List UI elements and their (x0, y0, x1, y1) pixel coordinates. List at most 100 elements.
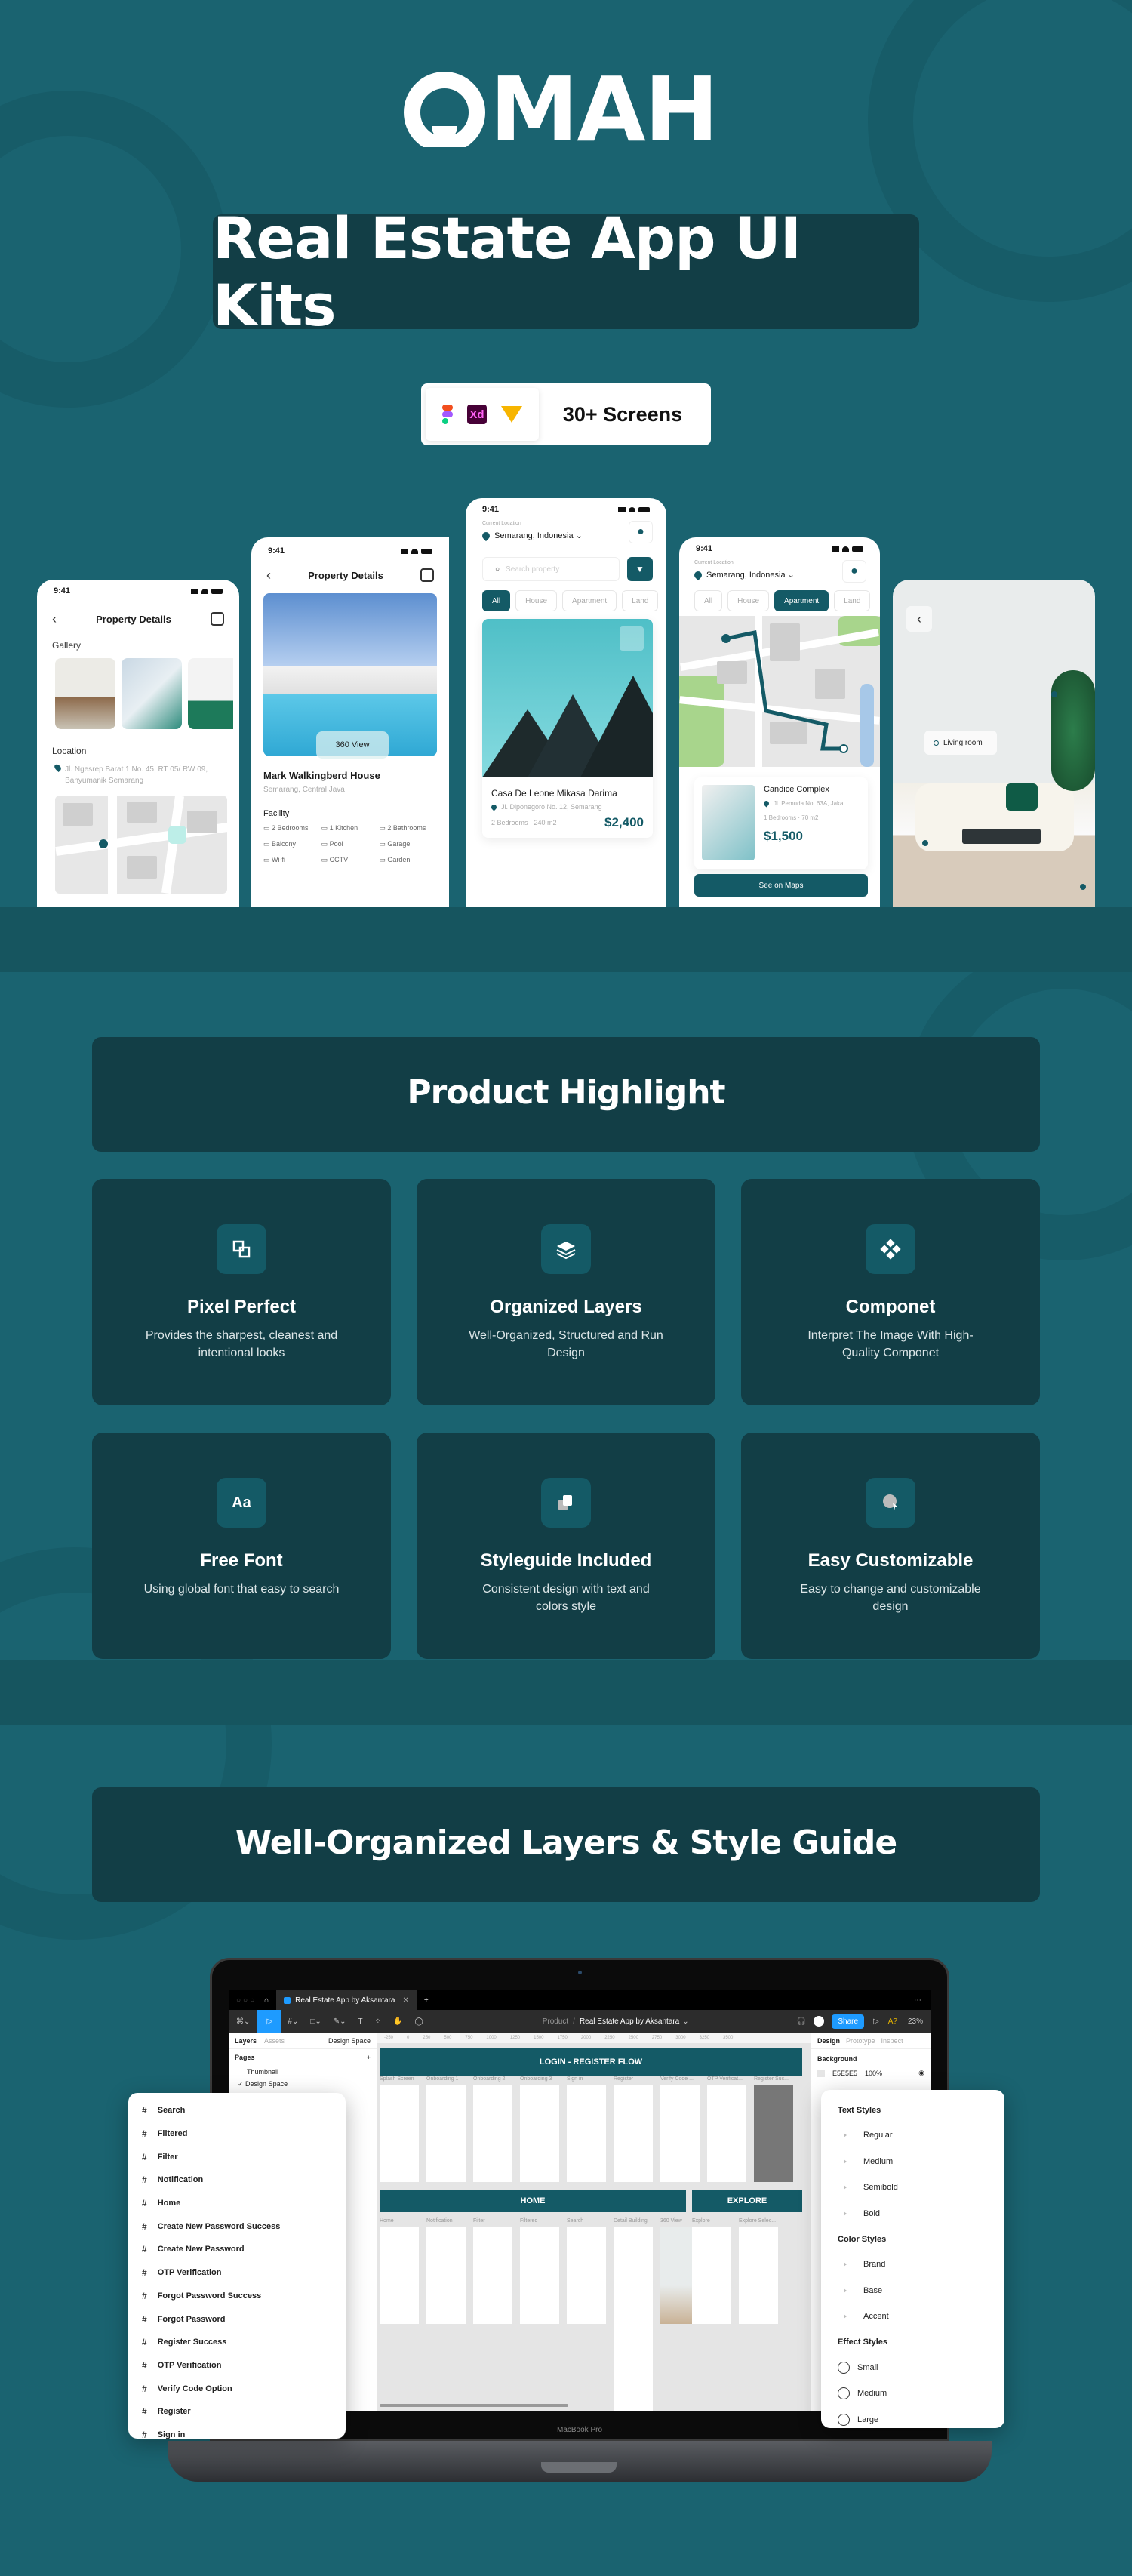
canvas-section-2[interactable]: EXPLORE (692, 2190, 802, 2212)
filter-button[interactable]: ▼ (627, 557, 653, 581)
property-card[interactable]: Casa De Leone Mikasa Darima Jl. Diponego… (482, 619, 653, 838)
frame-thumbnail[interactable] (754, 2085, 793, 2182)
frame-thumbnail[interactable] (380, 2085, 419, 2182)
layer-item[interactable]: # Forgot Password Success (142, 2285, 346, 2308)
frame-label[interactable]: Verify Code ... (660, 2076, 694, 2082)
comment-icon[interactable]: ◯ (408, 2017, 429, 2026)
layer-item[interactable]: # Filter (142, 2145, 346, 2168)
location-map[interactable] (55, 796, 227, 894)
chip-land[interactable]: Land (834, 590, 871, 611)
frame-label[interactable]: Search (567, 2218, 583, 2224)
gallery-photo[interactable] (188, 658, 233, 729)
style-item[interactable]: Small (838, 2355, 1004, 2381)
view-360-button[interactable]: 360 View (316, 731, 389, 759)
property-photo[interactable]: 360 View (263, 593, 437, 759)
pen-tool-icon[interactable]: ✎⌄ (328, 2017, 352, 2026)
horizontal-scrollbar[interactable] (380, 2404, 568, 2407)
assets-tab[interactable]: Assets (264, 2037, 285, 2045)
style-item[interactable]: Accent (838, 2304, 1004, 2330)
page-item-active[interactable]: ✓ Design Space (229, 2078, 377, 2091)
font-warning-icon[interactable]: A? (888, 2017, 897, 2026)
frame-label[interactable]: Splash Screen (380, 2076, 414, 2082)
frame-thumbnail[interactable] (739, 2227, 778, 2324)
window-controls[interactable]: ○○○ (236, 1996, 257, 2005)
location-selector[interactable]: Semarang, Indonesia ⌄ (480, 531, 583, 542)
layer-item[interactable]: # Verify Code Option (142, 2377, 346, 2400)
frame-thumbnail[interactable] (473, 2085, 512, 2182)
frame-label[interactable]: Explore (692, 2218, 710, 2224)
breadcrumb-file[interactable]: Real Estate App by Aksantara (580, 2017, 679, 2026)
chip-apartment[interactable]: Apartment (562, 590, 617, 611)
frame-label[interactable]: Explore Selec... (739, 2218, 776, 2224)
frame-thumbnail[interactable] (567, 2085, 606, 2182)
inspect-tab[interactable]: Inspect (881, 2037, 903, 2045)
frame-thumbnail[interactable] (707, 2085, 746, 2182)
page-selector[interactable]: Design Space (328, 2037, 371, 2045)
notification-bell-icon[interactable]: ● (629, 521, 653, 543)
frame-thumbnail[interactable] (567, 2227, 606, 2324)
explore-property-card[interactable]: Candice Complex Jl. Pemuda No. 63A, Jaka… (694, 777, 868, 869)
chip-all[interactable]: All (482, 590, 511, 611)
layers-tab[interactable]: Layers (235, 2037, 257, 2045)
style-item[interactable]: Bold (838, 2201, 1004, 2227)
layer-item[interactable]: # Notification (142, 2168, 346, 2192)
frame-thumbnail[interactable] (520, 2085, 559, 2182)
hotspot-dot[interactable] (1051, 691, 1057, 697)
share-button[interactable]: Share (832, 2014, 865, 2029)
frame-label[interactable]: Notification (426, 2218, 453, 2224)
style-item[interactable]: Regular (838, 2122, 1004, 2149)
frame-label[interactable]: Onboarding 3 (520, 2076, 552, 2082)
canvas-section-0[interactable]: LOGIN - REGISTER FLOW (380, 2048, 802, 2076)
main-menu-icon[interactable]: ⌘⌄ (229, 2017, 257, 2026)
location-selector[interactable]: Semarang, Indonesia ⌄ (692, 570, 795, 581)
background-fill-row[interactable]: E5E5E5 100% ◉ (811, 2069, 931, 2077)
bookmark-icon[interactable] (620, 626, 644, 651)
file-tab[interactable]: Real Estate App by Aksantara ✕ (276, 1990, 417, 2010)
visibility-eye-icon[interactable]: ◉ (918, 2069, 924, 2077)
see-on-maps-button[interactable]: See on Maps (694, 874, 868, 897)
frame-thumbnail[interactable] (380, 2227, 419, 2324)
room-tag[interactable]: Living room (924, 731, 997, 755)
layer-item[interactable]: # Home (142, 2192, 346, 2215)
frame-thumbnail[interactable] (692, 2227, 731, 2324)
frame-label[interactable]: Home (380, 2218, 394, 2224)
frame-thumbnail[interactable] (520, 2227, 559, 2324)
layer-item[interactable]: # OTP Verification (142, 2354, 346, 2377)
chip-apartment[interactable]: Apartment (774, 590, 829, 611)
frame-label[interactable]: Register Suc... (754, 2076, 789, 2082)
figma-canvas[interactable]: -250 0 250 500 750 1000 1250 1500 1750 2000 2250 25… (377, 2033, 811, 2411)
frame-thumbnail[interactable] (426, 2227, 466, 2324)
bookmark-icon[interactable] (210, 612, 224, 626)
back-button[interactable]: ‹ (906, 606, 932, 632)
frame-label[interactable]: Filtered (520, 2218, 537, 2224)
design-tab[interactable]: Design (817, 2037, 840, 2045)
frame-label[interactable]: 360 View (660, 2218, 682, 2224)
add-page-icon[interactable]: + (367, 2054, 371, 2061)
canvas-section-1[interactable]: HOME (380, 2190, 686, 2212)
frame-thumbnail[interactable] (614, 2227, 653, 2411)
frame-label[interactable]: Register (614, 2076, 633, 2082)
page-item[interactable]: Thumbnail (229, 2066, 377, 2078)
audio-icon[interactable]: 🎧 (797, 2017, 806, 2026)
gallery-photo[interactable] (55, 658, 115, 729)
frame-label[interactable]: Onboarding 1 (426, 2076, 458, 2082)
shape-tool-icon[interactable]: □⌄ (304, 2017, 327, 2026)
new-tab-icon[interactable]: + (424, 1996, 429, 2005)
hotspot-dot[interactable] (1080, 884, 1086, 890)
style-item[interactable]: Large (838, 2407, 1004, 2433)
layer-item[interactable]: # Register Success (142, 2331, 346, 2354)
style-item[interactable]: Medium (838, 2381, 1004, 2407)
prototype-tab[interactable]: Prototype (846, 2037, 875, 2045)
chip-land[interactable]: Land (622, 590, 659, 611)
back-icon[interactable]: ‹ (52, 611, 57, 627)
avatar[interactable] (814, 2016, 825, 2027)
style-item[interactable]: Medium (838, 2149, 1004, 2175)
move-tool-icon[interactable]: ▷ (257, 2010, 282, 2033)
frame-thumbnail[interactable] (660, 2085, 700, 2182)
style-item[interactable]: Base (838, 2278, 1004, 2304)
home-icon[interactable]: ⌂ (264, 1996, 269, 2005)
frame-thumbnail[interactable] (426, 2085, 466, 2182)
hotspot-dot[interactable] (922, 840, 928, 846)
text-tool-icon[interactable]: T (352, 2017, 369, 2026)
style-item[interactable]: Brand (838, 2251, 1004, 2278)
